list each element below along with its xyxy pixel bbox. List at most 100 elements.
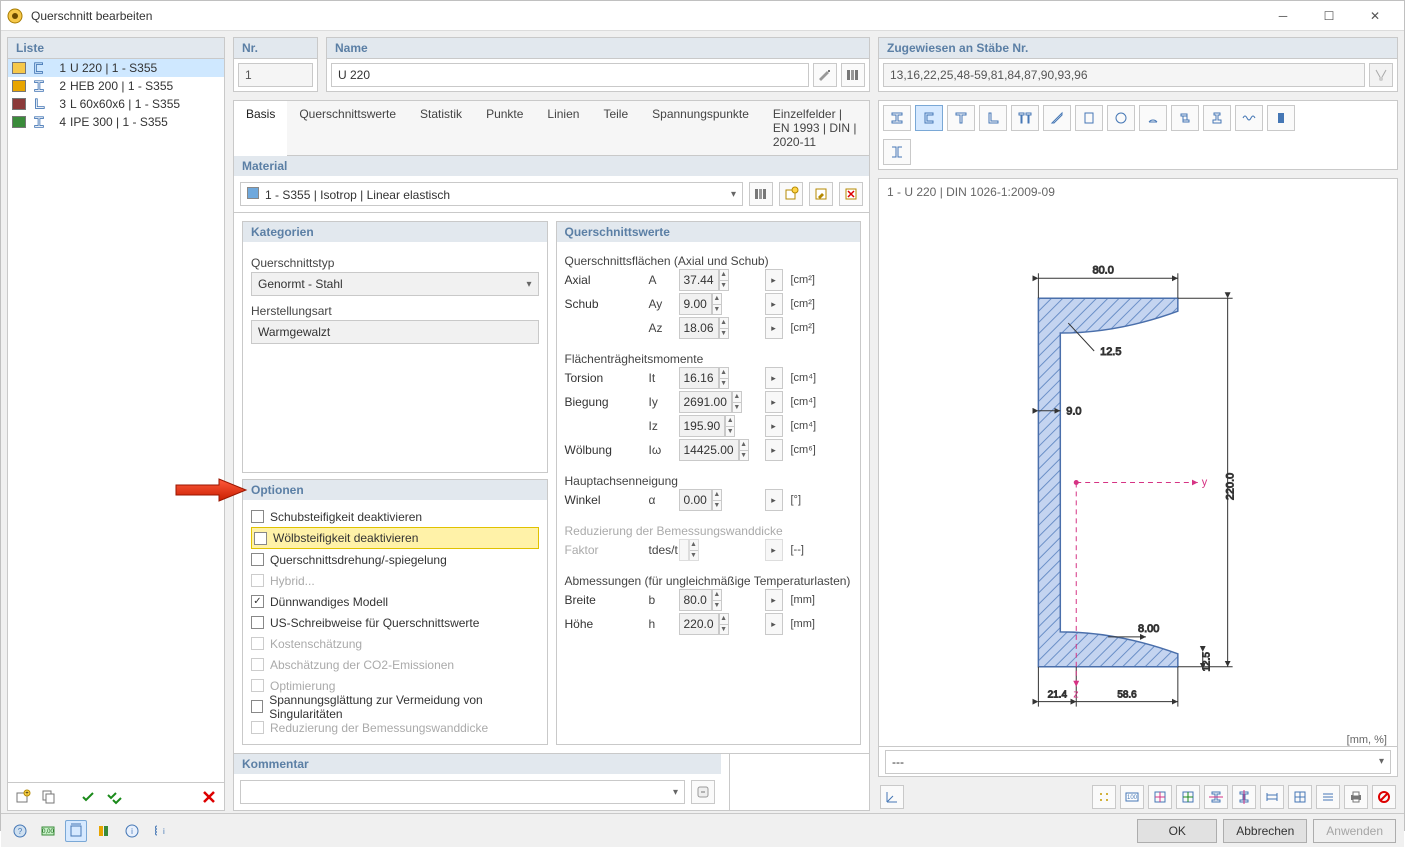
profile-Z-button[interactable] xyxy=(1171,105,1199,131)
apply-button-icon[interactable]: ▸ xyxy=(765,415,783,437)
profile-L-button[interactable] xyxy=(979,105,1007,131)
apply-button-icon[interactable]: ▸ xyxy=(765,293,783,315)
option-row[interactable]: Querschnittsdrehung/-spiegelung xyxy=(251,549,539,570)
prop-value[interactable]: 220.0 xyxy=(679,613,719,635)
apply-button-icon[interactable]: ▸ xyxy=(765,317,783,339)
prop-value[interactable]: 0.00 xyxy=(679,489,712,511)
list-item[interactable]: 3L 60x60x6 | 1 - S355 xyxy=(8,95,224,113)
list-item[interactable]: 1U 220 | 1 - S355 xyxy=(8,59,224,77)
material-library-button[interactable] xyxy=(749,182,773,206)
preview-select[interactable]: ---▾ xyxy=(885,750,1391,774)
stepper[interactable]: ▲▼ xyxy=(712,489,722,511)
tab-punkte[interactable]: Punkte xyxy=(474,101,535,155)
profile-T-button[interactable] xyxy=(947,105,975,131)
checkbox[interactable] xyxy=(251,700,263,713)
copy-section-button[interactable] xyxy=(38,786,60,808)
view-axes1-button[interactable] xyxy=(1148,785,1172,809)
checkbox[interactable] xyxy=(251,616,264,629)
prop-value[interactable]: 2691.00 xyxy=(679,391,732,413)
view-axes2-button[interactable] xyxy=(1176,785,1200,809)
profile-O-button[interactable] xyxy=(1107,105,1135,131)
view-values-button[interactable]: 100 xyxy=(1120,785,1144,809)
material-delete-button[interactable] xyxy=(839,182,863,206)
apply-button-icon[interactable]: ▸ xyxy=(765,269,783,291)
stepper[interactable]: ▲▼ xyxy=(719,269,729,291)
apply-button-icon[interactable]: ▸ xyxy=(765,489,783,511)
apply-button-icon[interactable]: ▸ xyxy=(765,367,783,389)
close-button[interactable]: ✕ xyxy=(1352,1,1398,31)
option-row[interactable]: ✓Dünnwandiges Modell xyxy=(251,591,539,612)
profile-U-button[interactable] xyxy=(915,105,943,131)
apply-button-icon[interactable]: ▸ xyxy=(765,589,783,611)
view-grid-button[interactable] xyxy=(1288,785,1312,809)
check-all-button[interactable] xyxy=(104,786,126,808)
delete-section-button[interactable] xyxy=(198,786,220,808)
stepper[interactable]: ▲▼ xyxy=(719,613,729,635)
comment-input[interactable]: ▾ xyxy=(240,780,685,804)
list-item[interactable]: 2HEB 200 | 1 - S355 xyxy=(8,77,224,95)
name-library-button[interactable] xyxy=(841,63,865,87)
material-new-button[interactable] xyxy=(779,182,803,206)
profile-box-button[interactable] xyxy=(1075,105,1103,131)
tab-basis[interactable]: Basis xyxy=(234,101,287,156)
profile-I-button[interactable] xyxy=(883,105,911,131)
axes-view-button[interactable] xyxy=(880,785,904,809)
stepper[interactable]: ▲▼ xyxy=(712,589,722,611)
name-input[interactable]: U 220 xyxy=(331,63,809,87)
profile-corrugated-button[interactable] xyxy=(1235,105,1263,131)
material-select[interactable]: 1 - S355 | Isotrop | Linear elastisch ▾ xyxy=(240,182,743,206)
profile-rail-button[interactable] xyxy=(1203,105,1231,131)
type-select[interactable]: Genormt - Stahl ▾ xyxy=(251,272,539,296)
tab-statistik[interactable]: Statistik xyxy=(408,101,474,155)
stepper[interactable]: ▲▼ xyxy=(719,367,729,389)
checkbox[interactable] xyxy=(254,532,267,545)
profile-doubleT-button[interactable] xyxy=(1011,105,1039,131)
tab-linien[interactable]: Linien xyxy=(535,101,591,155)
list-item[interactable]: 4IPE 300 | 1 - S355 xyxy=(8,113,224,131)
maximize-button[interactable]: ☐ xyxy=(1306,1,1352,31)
tab-querschnittswerte[interactable]: Querschnittswerte xyxy=(287,101,408,155)
view-I-local-button[interactable] xyxy=(1232,785,1256,809)
view-list-button[interactable] xyxy=(1316,785,1340,809)
prop-value[interactable]: 9.00 xyxy=(679,293,712,315)
option-row[interactable]: Wölbsteifigkeit deaktivieren xyxy=(251,527,539,549)
check-apply-button[interactable] xyxy=(78,786,100,808)
profile-angle2-button[interactable] xyxy=(1043,105,1071,131)
reset-view-button[interactable] xyxy=(1372,785,1396,809)
view-option-1[interactable] xyxy=(1092,785,1116,809)
profile-halfO-button[interactable] xyxy=(1139,105,1167,131)
material-edit-button[interactable] xyxy=(809,182,833,206)
apply-button-icon[interactable]: ▸ xyxy=(765,439,783,461)
new-section-button[interactable]: + xyxy=(12,786,34,808)
stepper[interactable]: ▲▼ xyxy=(725,415,735,437)
prop-value[interactable]: 80.0 xyxy=(679,589,712,611)
checkbox[interactable] xyxy=(251,510,264,523)
comment-attach-button[interactable] xyxy=(691,780,715,804)
option-row[interactable]: Schubsteifigkeit deaktivieren xyxy=(251,506,539,527)
checkbox[interactable]: ✓ xyxy=(251,595,264,608)
option-row[interactable]: US-Schreibweise für Querschnittswerte xyxy=(251,612,539,633)
name-pick-button[interactable] xyxy=(813,63,837,87)
checkbox[interactable] xyxy=(251,553,264,566)
apply-button-icon[interactable]: ▸ xyxy=(765,391,783,413)
prop-value[interactable]: 195.90 xyxy=(679,415,726,437)
apply-button-icon[interactable]: ▸ xyxy=(765,613,783,635)
stepper[interactable]: ▲▼ xyxy=(719,317,729,339)
section-list[interactable]: 1U 220 | 1 - S3552HEB 200 | 1 - S3553L 6… xyxy=(8,59,224,782)
tab-einzelfelder-en-1993-din-2020-11[interactable]: Einzelfelder | EN 1993 | DIN | 2020-11 xyxy=(761,101,869,155)
prop-value[interactable]: 37.44 xyxy=(679,269,719,291)
print-button[interactable] xyxy=(1344,785,1368,809)
tab-spannungspunkte[interactable]: Spannungspunkte xyxy=(640,101,761,155)
option-row[interactable]: Spannungsglättung zur Vermeidung von Sin… xyxy=(251,696,539,717)
stepper[interactable]: ▲▼ xyxy=(732,391,742,413)
assigned-pick-button[interactable] xyxy=(1369,63,1393,87)
stepper[interactable]: ▲▼ xyxy=(739,439,749,461)
prop-value[interactable]: 14425.00 xyxy=(679,439,739,461)
prop-value[interactable]: 16.16 xyxy=(679,367,719,389)
tab-teile[interactable]: Teile xyxy=(591,101,640,155)
profile-solid-button[interactable] xyxy=(1267,105,1295,131)
profile-doubleU-button[interactable] xyxy=(883,139,911,165)
view-I-principal-button[interactable] xyxy=(1204,785,1228,809)
prop-value[interactable]: 18.06 xyxy=(679,317,719,339)
minimize-button[interactable]: ─ xyxy=(1260,1,1306,31)
